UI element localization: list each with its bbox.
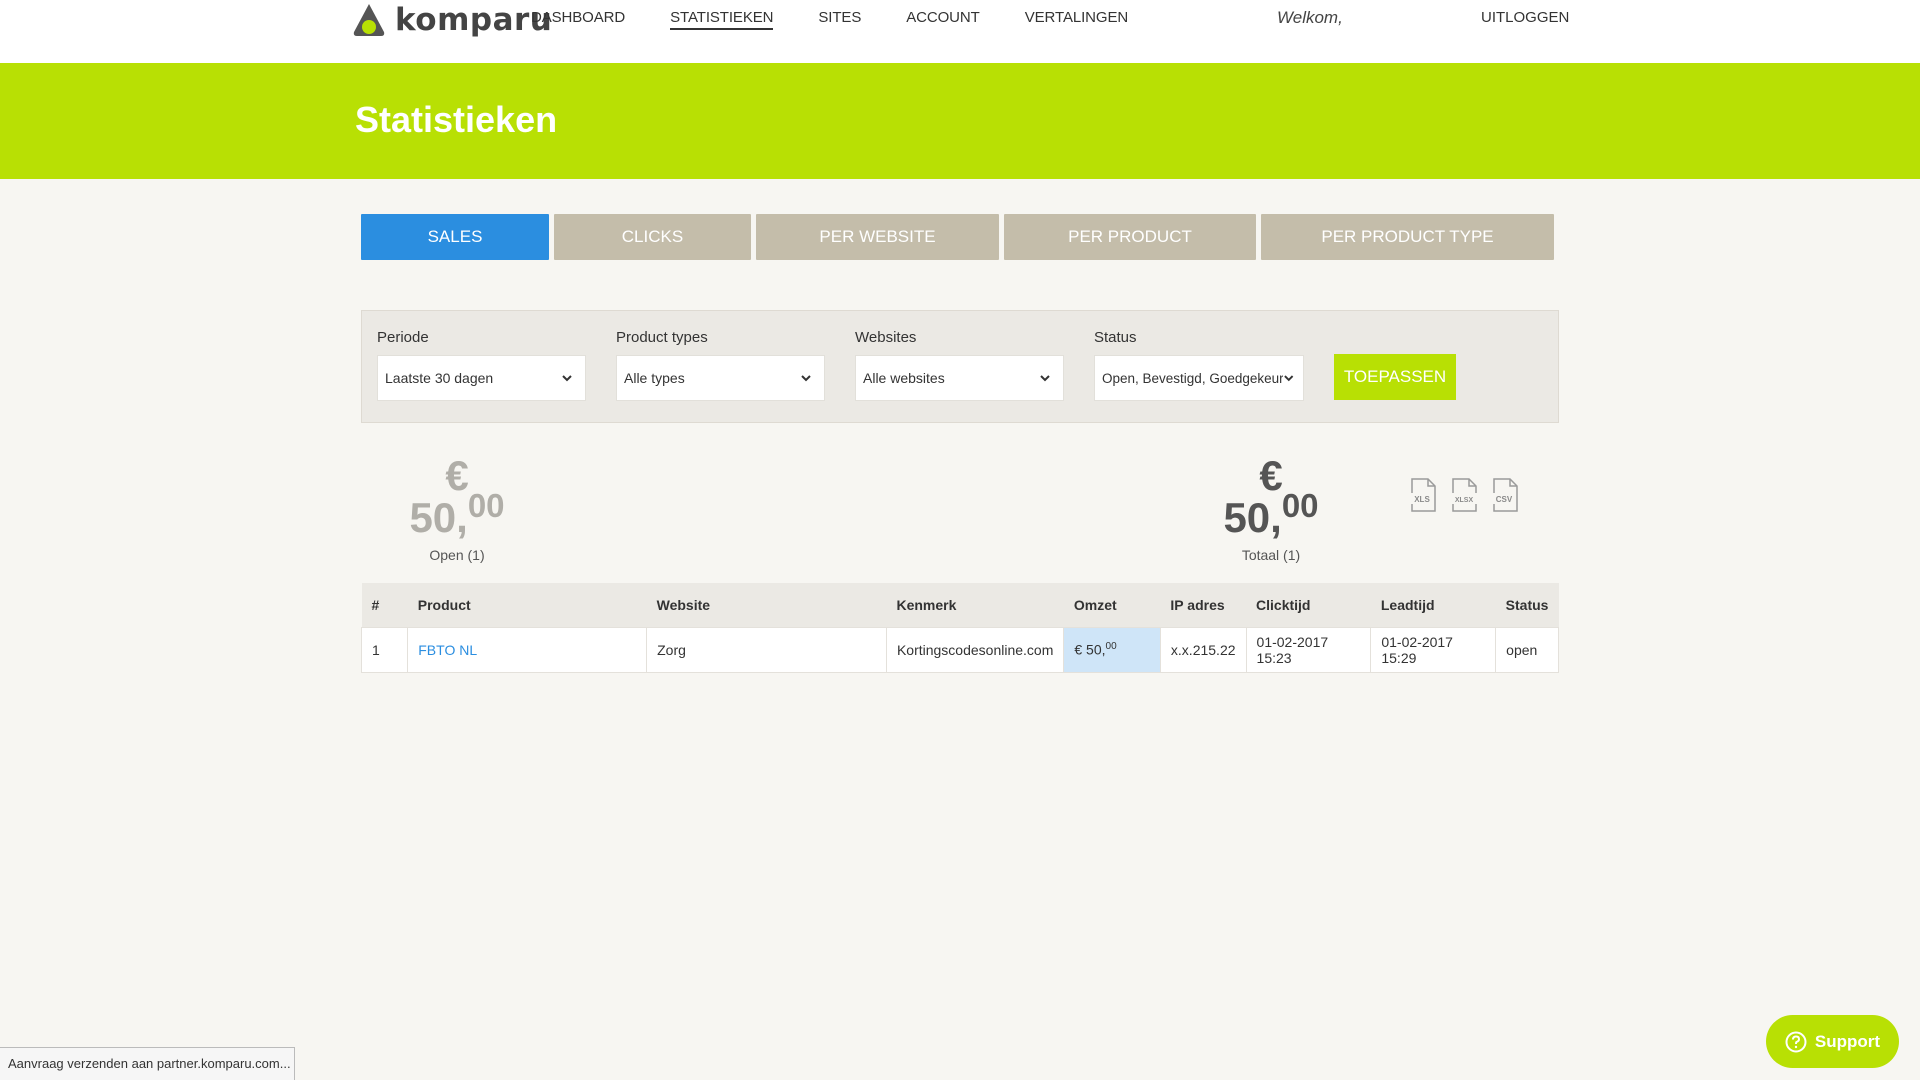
chevron-down-icon: [1040, 375, 1050, 382]
cell-product: FBTO NL: [407, 626, 648, 673]
col-header-kenmerk: Kenmerk: [896, 596, 957, 613]
periode-value: Laatste 30 dagen: [385, 370, 494, 386]
open-amount-cents: 00: [467, 487, 505, 524]
chevron-down-icon: [1284, 375, 1294, 382]
tab-per-product[interactable]: PER PRODUCT: [1004, 214, 1256, 260]
sales-table: # Product Website Kenmerk Omzet IP adres…: [360, 583, 1559, 673]
col-header-num: #: [371, 596, 380, 613]
help-circle-icon: [1785, 1031, 1807, 1052]
col-header-omzet: Omzet: [1073, 596, 1117, 613]
xlsx-export-icon[interactable]: XLSX: [1451, 478, 1477, 512]
apply-button[interactable]: TOEPASSEN: [1334, 354, 1456, 400]
filter-product-types: Product types Alle types: [616, 329, 825, 401]
chevron-down-icon: [801, 375, 811, 382]
cell-omzet: € 50,00: [1063, 626, 1161, 673]
export-icons: XLS XLSX CSV: [1410, 478, 1533, 512]
product-link[interactable]: FBTO NL: [418, 642, 477, 658]
periode-select[interactable]: Laatste 30 dagen: [377, 355, 586, 401]
cell-ip: x.x.215.22: [1159, 626, 1247, 673]
support-button[interactable]: Support: [1766, 1015, 1899, 1068]
col-header-ip: IP adres: [1170, 596, 1225, 613]
logout-link[interactable]: UITLOGGEN: [1481, 9, 1569, 26]
nav-vertalingen[interactable]: VERTALINGEN: [1025, 9, 1128, 30]
komparu-logo[interactable]: komparu: [351, 0, 552, 40]
open-total: € 50,00 Open (1): [395, 455, 519, 564]
tab-clicks[interactable]: CLICKS: [554, 214, 751, 260]
support-label: Support: [1814, 1031, 1881, 1051]
tab-per-product-type[interactable]: PER PRODUCT TYPE: [1261, 214, 1554, 260]
websites-select[interactable]: Alle websites: [855, 355, 1064, 401]
csv-export-icon[interactable]: CSV: [1492, 478, 1518, 512]
table-header-row: # Product Website Kenmerk Omzet IP adres…: [361, 583, 1559, 627]
filter-status: Status Open, Bevestigd, Goedgekeurd: [1094, 329, 1304, 401]
tab-sales[interactable]: SALES: [361, 214, 549, 260]
sales-table-wrapper: # Product Website Kenmerk Omzet IP adres…: [360, 583, 1559, 673]
periode-label: Periode: [377, 329, 429, 346]
open-caption: Open (1): [429, 547, 485, 563]
tab-per-website[interactable]: PER WEBSITE: [756, 214, 999, 260]
product-types-select[interactable]: Alle types: [616, 355, 825, 401]
total-caption: Totaal (1): [1241, 547, 1301, 563]
col-header-status: Status: [1505, 596, 1549, 613]
xls-label: XLS: [1414, 495, 1430, 504]
omzet-main: € 50,: [1074, 641, 1106, 658]
col-header-product: Product: [417, 596, 471, 613]
nav-dashboard[interactable]: DASHBOARD: [531, 9, 625, 30]
filter-periode: Periode Laatste 30 dagen: [377, 329, 586, 401]
filter-panel: Periode Laatste 30 dagen Product types A…: [361, 310, 1559, 423]
cell-clicktijd: 01-02-2017 15:23: [1245, 626, 1372, 673]
csv-label: CSV: [1496, 495, 1513, 504]
page-banner: Statistieken: [0, 63, 1920, 179]
logo-text: komparu: [395, 2, 553, 38]
table-row: 1 FBTO NL Zorg Kortingscodesonline.com €…: [360, 626, 1559, 673]
total-amount-cents: 00: [1281, 487, 1319, 524]
nav-statistieken[interactable]: STATISTIEKEN: [670, 9, 773, 30]
status-select[interactable]: Open, Bevestigd, Goedgekeurd: [1094, 355, 1304, 401]
cell-status: open: [1495, 626, 1559, 673]
cell-leadtijd: 01-02-2017 15:29: [1370, 626, 1497, 673]
komparu-logo-icon: [353, 4, 385, 36]
chevron-down-icon: [562, 375, 572, 382]
cell-kenmerk: Kortingscodesonline.com: [885, 626, 1065, 673]
open-amount: € 50,00: [395, 455, 519, 539]
cell-num: 1: [360, 626, 409, 673]
status-label: Status: [1094, 329, 1137, 346]
cell-website: Zorg: [646, 626, 887, 673]
xlsx-label: XLSX: [1455, 497, 1474, 504]
col-header-clicktijd: Clicktijd: [1256, 596, 1311, 613]
main-nav: DASHBOARD STATISTIEKEN SITES ACCOUNT VER…: [531, 9, 1173, 30]
omzet-cents: 00: [1105, 641, 1117, 653]
nav-sites[interactable]: SITES: [818, 9, 861, 30]
top-navigation-bar: komparu DASHBOARD STATISTIEKEN SITES ACC…: [0, 0, 1920, 63]
total-amount: € 50,00: [1209, 455, 1333, 539]
browser-status-bar: Aanvraag verzenden aan partner.komparu.c…: [0, 1047, 295, 1080]
page-title: Statistieken: [355, 99, 558, 140]
open-amount-main: € 50,: [409, 452, 469, 541]
product-types-value: Alle types: [624, 370, 685, 386]
nav-account[interactable]: ACCOUNT: [906, 9, 980, 30]
total-amount-main: € 50,: [1223, 452, 1283, 541]
filter-websites: Websites Alle websites: [855, 329, 1064, 401]
grand-total: € 50,00 Totaal (1): [1209, 455, 1333, 564]
col-header-leadtijd: Leadtijd: [1380, 596, 1435, 613]
websites-label: Websites: [855, 329, 917, 346]
product-types-label: Product types: [616, 329, 708, 346]
status-value: Open, Bevestigd, Goedgekeurd: [1102, 370, 1284, 386]
xls-export-icon[interactable]: XLS: [1410, 478, 1436, 512]
col-header-website: Website: [656, 596, 711, 613]
websites-value: Alle websites: [863, 370, 945, 386]
welcome-text: Welkom,: [1277, 8, 1343, 27]
